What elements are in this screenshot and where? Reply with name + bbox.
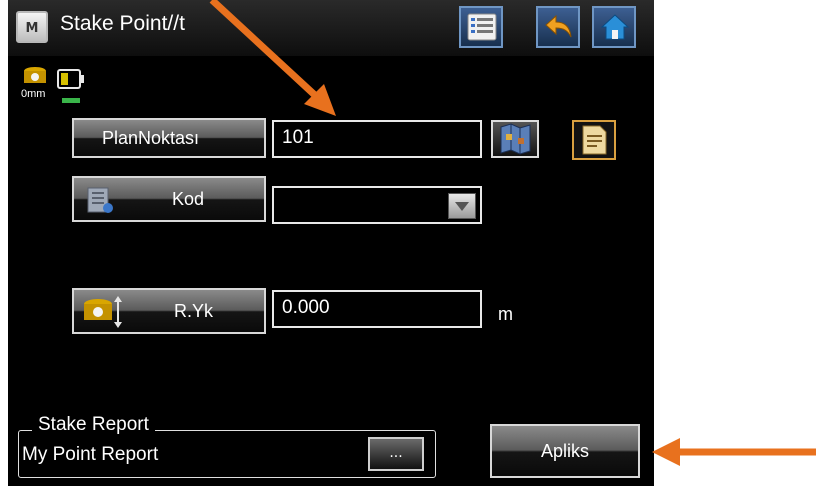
code-select[interactable] xyxy=(272,186,482,224)
code-list-icon xyxy=(87,187,113,213)
prism-height-icon xyxy=(84,296,122,328)
stake-report-legend: Stake Report xyxy=(32,414,155,436)
code-button-label: Kod xyxy=(172,188,205,209)
height-input[interactable]: 0.000 xyxy=(272,290,482,328)
stake-report-value: My Point Report xyxy=(22,444,159,465)
height-button-label: R.Yk xyxy=(174,300,214,321)
title-bar: M Stake Point//t xyxy=(8,0,654,56)
home-icon xyxy=(600,14,630,40)
document-icon xyxy=(582,125,607,155)
height-button[interactable]: R.Yk xyxy=(72,288,266,334)
home-button[interactable] xyxy=(592,6,636,48)
map-button[interactable] xyxy=(491,120,539,158)
height-unit: m xyxy=(498,304,513,324)
screen: M Stake Point//t 0mm PlanNoktası 101 Kod… xyxy=(8,0,654,486)
dropdown-icon xyxy=(455,202,469,211)
back-button[interactable] xyxy=(536,6,580,48)
prism-height-label: 0mm xyxy=(21,88,46,100)
point-button[interactable]: PlanNoktası xyxy=(72,118,266,158)
undo-arrow-icon xyxy=(545,14,572,38)
document-button[interactable] xyxy=(572,120,616,160)
list-button[interactable] xyxy=(459,6,503,48)
point-input[interactable]: 101 xyxy=(272,120,482,158)
apply-button[interactable]: Apliks xyxy=(490,424,640,478)
map-icon xyxy=(500,123,531,155)
browse-report-button[interactable]: ... xyxy=(368,437,424,471)
point-button-label: PlanNoktası xyxy=(102,127,200,148)
arrow-to-apply-button xyxy=(652,438,816,466)
dropdown-button[interactable] xyxy=(448,193,476,219)
prism-icon xyxy=(24,67,46,83)
battery-icon xyxy=(57,69,84,103)
code-button[interactable]: Kod xyxy=(72,176,266,222)
page-title: Stake Point//t xyxy=(60,12,185,35)
apply-button-label: Apliks xyxy=(540,440,589,461)
mode-badge[interactable]: M xyxy=(16,11,48,43)
list-icon xyxy=(467,13,497,41)
